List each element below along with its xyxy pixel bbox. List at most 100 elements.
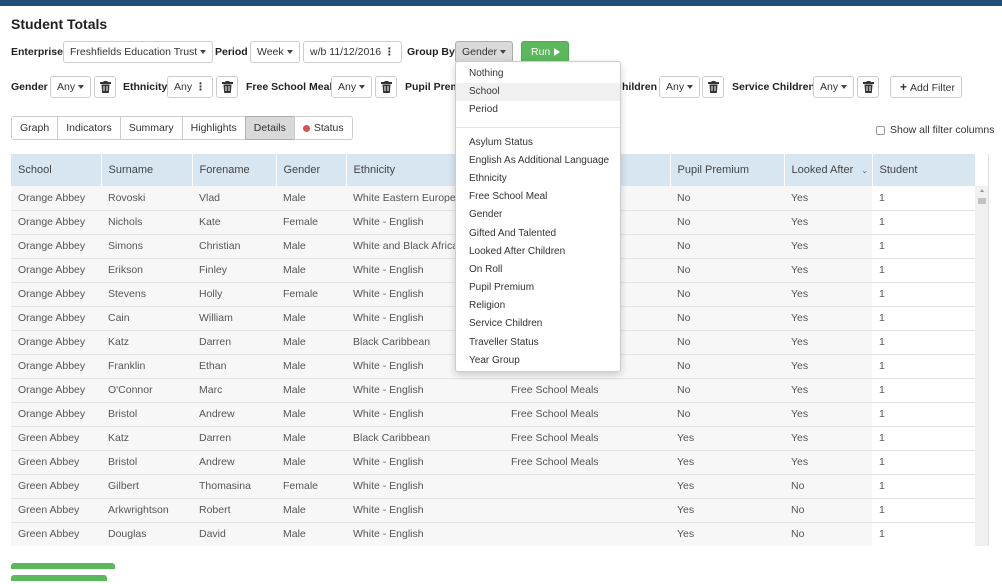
gender-remove-button[interactable]: [94, 76, 116, 98]
column-header[interactable]: School: [11, 154, 102, 186]
menu-item[interactable]: Ethnicity: [456, 170, 620, 188]
menu-item[interactable]: Nothing: [456, 65, 620, 83]
column-header[interactable]: Looked After ⌄: [784, 154, 873, 186]
table-cell: Katz: [101, 426, 192, 451]
fsm-remove-button[interactable]: [375, 76, 397, 98]
table-cell: White - English: [346, 402, 504, 427]
tab-highlights[interactable]: Highlights: [181, 116, 246, 140]
menu-item[interactable]: Traveller Status: [456, 334, 620, 352]
table-cell: Orange Abbey: [11, 306, 101, 331]
table-row[interactable]: Green Abbey Douglas David Male White - Engli…: [11, 522, 975, 546]
table-cell: Black Caribbean: [346, 426, 504, 451]
service-select[interactable]: Any: [813, 76, 855, 98]
looked-after-children-label: hildren: [622, 81, 658, 93]
lac-select[interactable]: Any: [659, 76, 701, 98]
menu-item[interactable]: School: [456, 83, 620, 102]
column-header-label: Student: [879, 164, 918, 176]
trash-icon: [381, 81, 392, 93]
column-header[interactable]: Pupil Premium: [670, 154, 785, 186]
show-all-label: Show all filter columns: [890, 124, 995, 136]
menu-item[interactable]: Service Children: [456, 315, 620, 333]
table-cell: Female: [276, 474, 346, 499]
table-cell: White - English: [346, 474, 504, 499]
column-header[interactable]: Surname: [101, 154, 193, 186]
menu-item[interactable]: English As Additional Language: [456, 152, 620, 170]
table-cell: No: [670, 354, 784, 379]
table-cell: Yes: [670, 426, 784, 451]
scroll-thumb[interactable]: [978, 198, 986, 204]
table-row[interactable]: Green Abbey Bristol Andrew Male White - Engl…: [11, 450, 975, 475]
table-cell: David: [192, 522, 276, 546]
table-cell: 1: [872, 354, 975, 379]
menu-item[interactable]: Looked After Children: [456, 243, 620, 261]
ethnicity-value: Any: [174, 81, 193, 93]
table-row[interactable]: Green Abbey Gilbert Thomasina Female White -…: [11, 474, 975, 499]
table-cell: 1: [872, 522, 975, 546]
pupil-premium-label: Pupil Prem: [405, 81, 460, 93]
table-cell: No: [670, 402, 784, 427]
run-button[interactable]: Run: [521, 41, 569, 63]
table-cell: Orange Abbey: [11, 282, 101, 307]
column-header[interactable]: Forename: [192, 154, 277, 186]
tab-indicators[interactable]: Indicators: [57, 116, 121, 140]
table-cell: Orange Abbey: [11, 330, 101, 355]
service-remove-button[interactable]: [857, 76, 879, 98]
ethnicity-remove-button[interactable]: [216, 76, 238, 98]
fsm-select[interactable]: Any: [331, 76, 373, 98]
menu-item[interactable]: Religion: [456, 297, 620, 315]
week-select[interactable]: w/b 11/12/2016 ⋮: [303, 41, 402, 63]
table-cell: Andrew: [192, 402, 276, 427]
menu-item[interactable]: Asylum Status: [456, 134, 620, 152]
table-row[interactable]: Green Abbey Arkwrightson Robert Male White -…: [11, 498, 975, 523]
table-row[interactable]: Orange Abbey Bristol Andrew Male White - Eng…: [11, 402, 975, 427]
menu-item[interactable]: Gender: [456, 206, 620, 224]
chevron-down-icon: [200, 50, 207, 55]
grid-scrollbar[interactable]: [975, 186, 988, 546]
menu-item[interactable]: On Roll: [456, 261, 620, 279]
trash-icon: [222, 81, 233, 93]
table-cell: [504, 522, 670, 546]
menu-item[interactable]: Pupil Premium: [456, 279, 620, 297]
table-cell: O'Connor: [101, 378, 192, 403]
table-row[interactable]: Orange Abbey O'Connor Marc Male White - Engl…: [11, 378, 975, 403]
ethnicity-select[interactable]: Any ⋮: [167, 76, 213, 98]
tab-summary[interactable]: Summary: [119, 116, 183, 140]
add-filter-button[interactable]: + Add Filter: [890, 76, 962, 98]
table-cell: Yes: [784, 306, 872, 331]
table-cell: Green Abbey: [11, 522, 101, 546]
enterprise-select[interactable]: Freshfields Education Trust: [63, 41, 214, 63]
table-cell: Yes: [784, 234, 872, 259]
groupby-value: Gender: [462, 46, 498, 58]
table-cell: Finley: [192, 258, 276, 283]
bottom-green-button[interactable]: [11, 575, 107, 581]
table-cell: Male: [276, 234, 346, 259]
lac-remove-button[interactable]: [702, 76, 724, 98]
table-cell: Bristol: [101, 402, 192, 427]
table-cell: 1: [872, 450, 975, 475]
column-header[interactable]: Gender: [276, 154, 347, 186]
table-row[interactable]: Green Abbey Katz Darren Male Black Caribbean…: [11, 426, 975, 451]
show-all-filter-columns-checkbox[interactable]: Show all filter columns: [876, 124, 994, 136]
column-header[interactable]: Student: [872, 154, 976, 186]
groupby-select[interactable]: Gender: [455, 41, 514, 63]
chevron-down-icon[interactable]: ⌄: [861, 166, 868, 175]
menu-item[interactable]: Period: [456, 101, 620, 119]
ethnicity-label: Ethnicity: [123, 81, 168, 93]
menu-item[interactable]: Free School Meal: [456, 188, 620, 206]
tab-label: Highlights: [190, 122, 237, 134]
tab-status[interactable]: Status: [293, 116, 353, 140]
table-cell: Yes: [670, 522, 784, 546]
table-cell: Yes: [784, 258, 872, 283]
tab-details[interactable]: Details: [244, 116, 295, 140]
menu-item[interactable]: Gifted And Talented: [456, 225, 620, 243]
tab-graph[interactable]: Graph: [11, 116, 59, 140]
menu-item[interactable]: Year Group: [456, 352, 620, 370]
gender-select[interactable]: Any: [50, 76, 92, 98]
table-cell: 1: [872, 258, 975, 283]
table-cell: No: [670, 282, 784, 307]
period-select[interactable]: Week: [250, 41, 300, 63]
table-cell: Free School Meals: [504, 450, 670, 475]
table-cell: Male: [276, 426, 346, 451]
table-cell: White - English: [346, 498, 504, 523]
table-cell: Yes: [784, 354, 872, 379]
